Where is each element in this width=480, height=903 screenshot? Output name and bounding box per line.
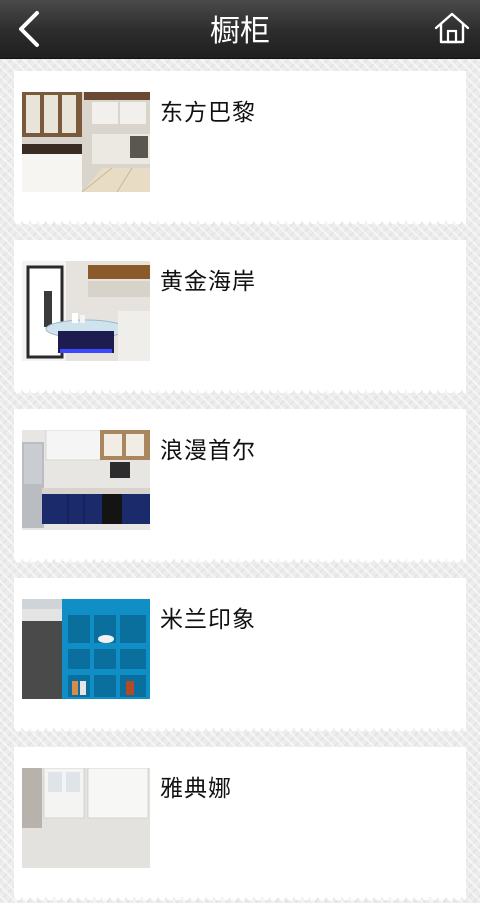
item-title: 东方巴黎 bbox=[160, 100, 256, 126]
list-item[interactable]: 米兰印象 bbox=[14, 578, 466, 734]
home-button[interactable] bbox=[432, 8, 472, 48]
product-thumbnail bbox=[22, 768, 150, 868]
list-item[interactable]: 雅典娜 bbox=[14, 747, 466, 903]
item-title: 米兰印象 bbox=[160, 607, 256, 633]
item-title: 雅典娜 bbox=[160, 776, 232, 802]
item-title: 黄金海岸 bbox=[160, 269, 256, 295]
page-title: 橱柜 bbox=[210, 14, 270, 49]
list-item[interactable]: 黄金海岸 bbox=[14, 240, 466, 396]
home-icon bbox=[434, 12, 470, 44]
list-item[interactable]: 浪漫首尔 bbox=[14, 409, 466, 565]
list-item[interactable]: 东方巴黎 bbox=[14, 71, 466, 227]
top-bar: 橱柜 bbox=[0, 0, 480, 59]
item-title: 浪漫首尔 bbox=[160, 438, 256, 464]
product-thumbnail bbox=[22, 599, 150, 699]
product-thumbnail bbox=[22, 92, 150, 192]
product-thumbnail bbox=[22, 261, 150, 361]
product-thumbnail bbox=[22, 430, 150, 530]
